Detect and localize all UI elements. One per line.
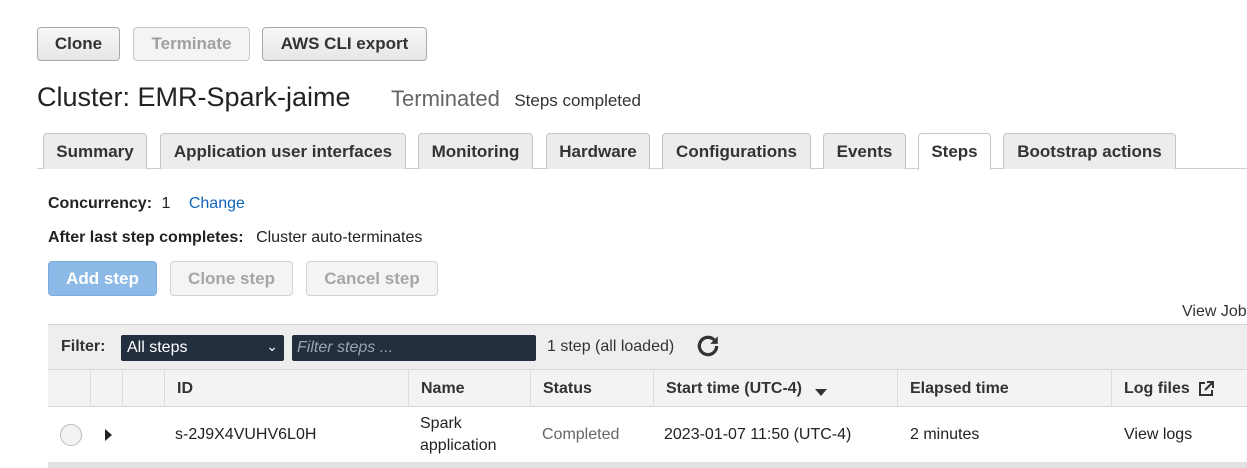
header-select xyxy=(48,370,90,407)
step-name-line1: Spark xyxy=(420,415,462,432)
column-id[interactable]: ID xyxy=(164,370,408,407)
table-row[interactable]: s-2J9X4VUHV6L0H Spark application Comple… xyxy=(48,407,1247,463)
step-id: s-2J9X4VUHV6L0H xyxy=(175,426,317,443)
tab-application-user-interfaces[interactable]: Application user interfaces xyxy=(160,133,406,169)
row-radio[interactable] xyxy=(60,424,82,446)
step-name: Spark application xyxy=(420,407,497,463)
step-count: 1 step (all loaded) xyxy=(547,338,675,355)
page-title: Cluster: EMR-Spark-jaime xyxy=(37,82,351,112)
filter-steps-input[interactable]: Filter steps ... xyxy=(292,335,536,361)
step-name-line2: application xyxy=(420,437,497,454)
chevron-down-icon: ⌄ xyxy=(266,338,278,354)
view-logs-link[interactable]: View logs xyxy=(1124,407,1192,463)
clone-button[interactable]: Clone xyxy=(37,27,120,61)
step-filter-select[interactable]: All steps ⌄ xyxy=(121,335,284,361)
column-elapsed-time[interactable]: Elapsed time xyxy=(897,370,1111,407)
column-log-files[interactable]: Log files xyxy=(1111,370,1247,407)
row-expand[interactable] xyxy=(105,407,117,463)
tab-events[interactable]: Events xyxy=(823,133,906,169)
after-last-step-value: Cluster auto-terminates xyxy=(256,229,423,246)
clone-step-button[interactable]: Clone step xyxy=(170,261,293,296)
table-footer-border xyxy=(48,462,1247,468)
header-spacer xyxy=(122,370,164,407)
concurrency-label: Concurrency: xyxy=(48,195,153,212)
tab-summary[interactable]: Summary xyxy=(43,133,147,169)
step-elapsed-time: 2 minutes xyxy=(910,426,980,443)
cluster-state-detail: Steps completed xyxy=(514,91,641,110)
tab-configurations[interactable]: Configurations xyxy=(662,133,811,169)
after-last-step-label: After last step completes: xyxy=(48,229,244,246)
cluster-header: Cluster: EMR-Spark-jaime Terminated Step… xyxy=(37,82,641,113)
refresh-icon[interactable] xyxy=(695,333,721,359)
filter-bar: Filter: All steps ⌄ Filter steps ... 1 s… xyxy=(48,324,1247,369)
tab-monitoring[interactable]: Monitoring xyxy=(418,133,533,169)
row-select[interactable] xyxy=(60,407,86,463)
concurrency-row: Concurrency: 1 Change xyxy=(48,195,245,213)
filter-label: Filter: xyxy=(61,338,106,355)
cancel-step-button[interactable]: Cancel step xyxy=(306,261,438,296)
add-step-button[interactable]: Add step xyxy=(48,261,157,296)
concurrency-value: 1 xyxy=(161,195,171,212)
tab-steps[interactable]: Steps xyxy=(918,133,991,170)
sort-down-icon[interactable] xyxy=(814,387,828,397)
table-header: ID Name Status Start time (UTC-4) Elapse… xyxy=(48,369,1247,407)
expand-caret-icon[interactable] xyxy=(105,429,112,441)
tab-hardware[interactable]: Hardware xyxy=(546,133,650,169)
tab-bootstrap-actions[interactable]: Bootstrap actions xyxy=(1003,133,1176,169)
aws-cli-export-button[interactable]: AWS CLI export xyxy=(262,27,427,61)
column-start-time[interactable]: Start time (UTC-4) xyxy=(653,370,897,407)
step-status: Completed xyxy=(542,426,620,443)
column-status[interactable]: Status xyxy=(530,370,653,407)
terminate-button[interactable]: Terminate xyxy=(133,27,250,61)
external-link-icon xyxy=(1198,380,1214,396)
cluster-state: Terminated xyxy=(391,86,500,111)
header-expand xyxy=(90,370,122,407)
column-log-files-label: Log files xyxy=(1124,379,1190,397)
column-name[interactable]: Name xyxy=(408,370,530,407)
step-filter-selected: All steps xyxy=(127,339,188,356)
change-concurrency-link[interactable]: Change xyxy=(189,195,245,212)
column-start-time-label: Start time (UTC-4) xyxy=(666,379,803,397)
after-last-step-row: After last step completes: Cluster auto-… xyxy=(48,229,422,247)
view-jobs-link[interactable]: View Jobs xyxy=(1182,303,1247,321)
step-start-time: 2023-01-07 11:50 (UTC-4) xyxy=(664,426,852,443)
